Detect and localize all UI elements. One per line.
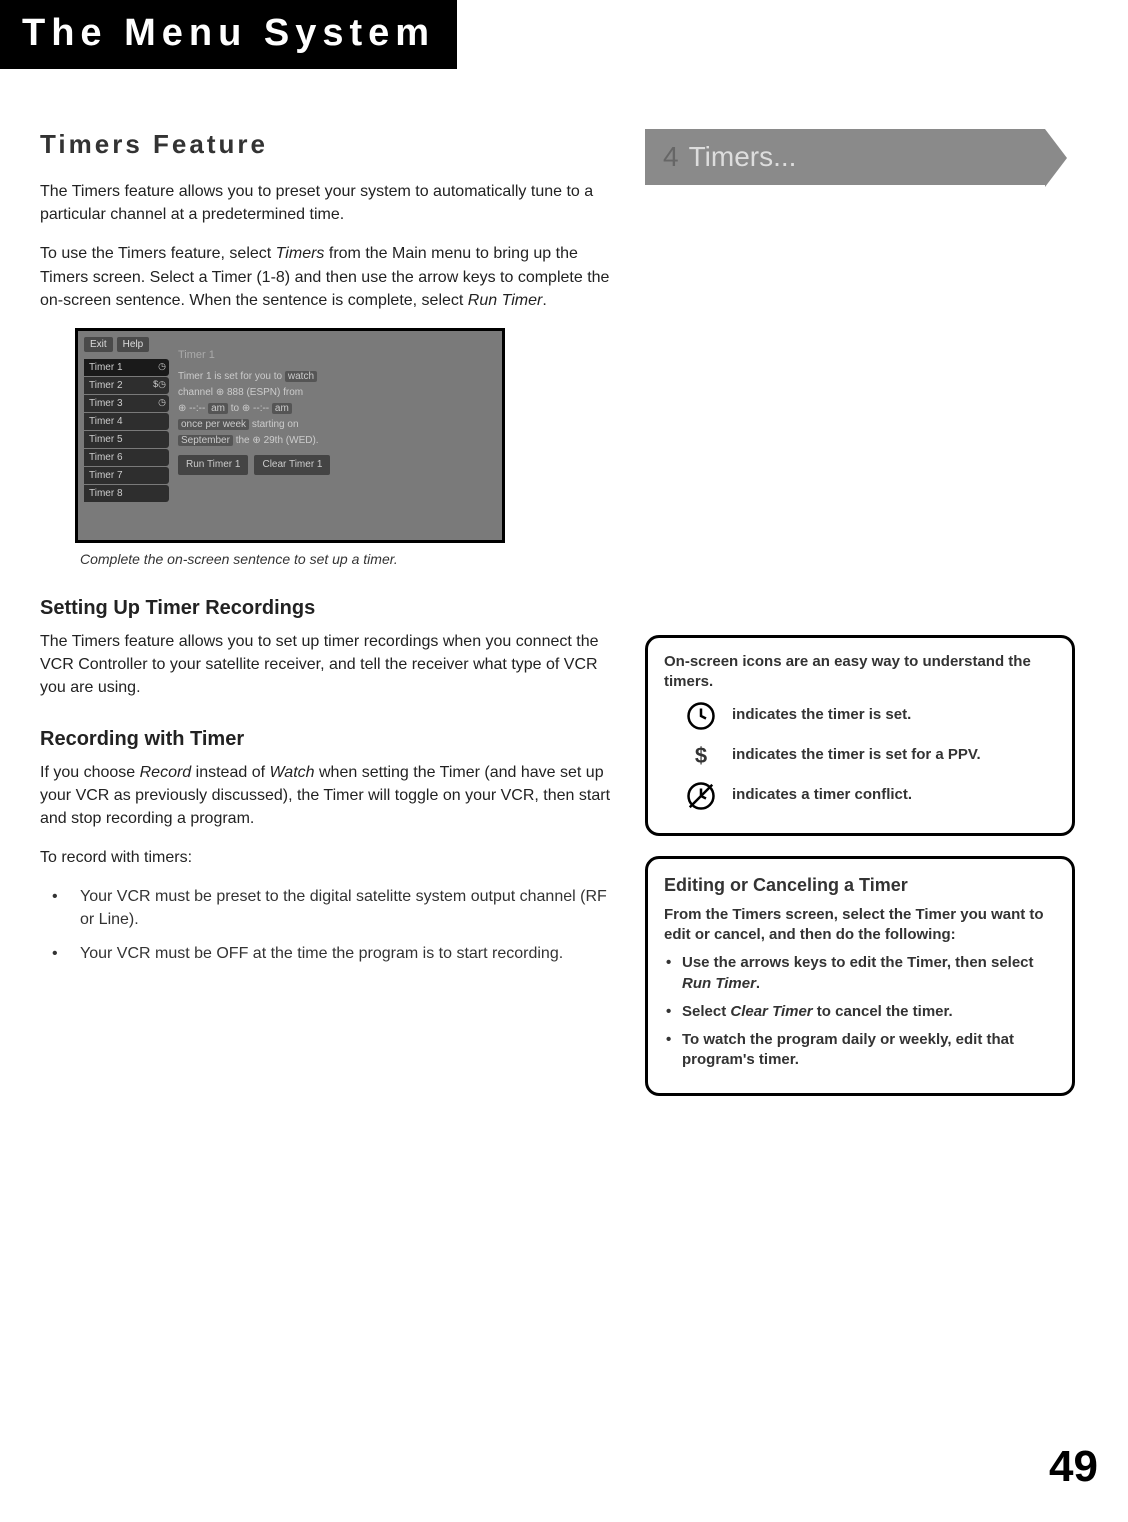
conflict-icon [684,779,718,813]
screenshot-tab-timer-8: Timer 8 [84,485,169,502]
icon-label-ppv: indicates the timer is set for a PPV. [732,745,981,765]
icons-callout-lead: On-screen icons are an easy way to under… [664,652,1056,693]
intro-paragraph-1: The Timers feature allows you to preset … [40,180,620,226]
screenshot-exit-button: Exit [84,337,113,352]
list-item: Your VCR must be preset to the digital s… [40,885,620,931]
list-item: To watch the program daily or weekly, ed… [664,1030,1056,1071]
recording-bullet-list: Your VCR must be preset to the digital s… [40,885,620,965]
editing-callout-lead: From the Timers screen, select the Timer… [664,905,1056,946]
screenshot-tab-timer-3: Timer 3◷ [84,395,169,412]
list-item: Your VCR must be OFF at the time the pro… [40,942,620,965]
dollar-icon: $◷ [153,379,166,390]
list-item: Select Clear Timer to cancel the timer. [664,1002,1056,1022]
screenshot-panel-title: Timer 1 [178,347,494,365]
timers-menu-banner: 4 Timers... [645,129,1045,185]
screenshot-sentence-area: Timer 1 Timer 1 is set for you to watch … [178,347,494,475]
icon-label-conflict: indicates a timer conflict. [732,785,912,805]
screenshot-tab-timer-2: Timer 2$◷ [84,377,169,394]
screenshot-run-timer-button: Run Timer 1 [178,455,248,475]
setting-up-paragraph: The Timers feature allows you to set up … [40,630,620,700]
recording-paragraph-2: To record with timers: [40,846,620,869]
section-title: Timers Feature [40,129,620,160]
clock-icon: ◷ [158,397,166,408]
timers-screenshot: Exit Help Timer 1◷ Timer 2$◷ Timer 3◷ Ti… [75,328,505,543]
screenshot-help-button: Help [117,337,150,352]
subheading-setting-up: Setting Up Timer Recordings [40,597,620,620]
screenshot-clear-timer-button: Clear Timer 1 [254,455,330,475]
clock-icon: ◷ [158,361,166,372]
recording-paragraph-1: If you choose Record instead of Watch wh… [40,761,620,831]
icon-label-set: indicates the timer is set. [732,705,911,725]
screenshot-tab-timer-7: Timer 7 [84,467,169,484]
icons-callout-box: On-screen icons are an easy way to under… [645,635,1075,836]
screenshot-tab-timer-6: Timer 6 [84,449,169,466]
left-column: Timers Feature The Timers feature allows… [40,129,620,1116]
list-item: Use the arrows keys to edit the Timer, t… [664,953,1056,994]
page-number: 49 [1049,1442,1098,1492]
screenshot-tab-timer-4: Timer 4 [84,413,169,430]
screenshot-timer-tabs: Timer 1◷ Timer 2$◷ Timer 3◷ Timer 4 Time… [84,359,169,503]
screenshot-caption: Complete the on-screen sentence to set u… [80,551,620,567]
editing-callout-title: Editing or Canceling a Timer [664,873,1056,897]
banner-number: 4 [663,141,679,172]
right-column: 4 Timers... On-screen icons are an easy w… [645,129,1075,1116]
editing-callout-box: Editing or Canceling a Timer From the Ti… [645,856,1075,1096]
intro-paragraph-2: To use the Timers feature, select Timers… [40,242,620,312]
screenshot-tab-timer-5: Timer 5 [84,431,169,448]
subheading-recording: Recording with Timer [40,728,620,751]
clock-icon [684,699,718,733]
banner-label: Timers... [689,141,797,172]
chapter-header: The Menu System [0,0,457,69]
screenshot-tab-timer-1: Timer 1◷ [84,359,169,376]
dollar-icon: $ [684,739,718,773]
